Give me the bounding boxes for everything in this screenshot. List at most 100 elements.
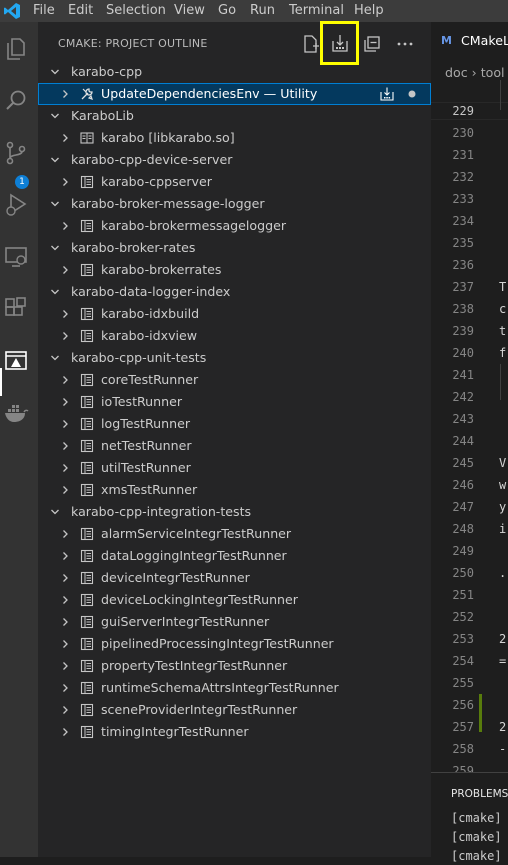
target-node[interactable]: karabo-idxview xyxy=(38,325,431,347)
target-node[interactable]: logTestRunner xyxy=(38,413,431,435)
chevron-right-icon[interactable] xyxy=(60,616,70,628)
target-node[interactable]: sceneProviderIntegrTestRunner xyxy=(38,699,431,721)
target-node[interactable]: coreTestRunner xyxy=(38,369,431,391)
chevron-right-icon[interactable] xyxy=(60,88,70,100)
target-label: karabo-idxview xyxy=(101,328,198,343)
menu-run[interactable]: Run xyxy=(250,3,275,19)
remote-explorer-icon[interactable] xyxy=(3,244,29,270)
project-node[interactable]: karabo-cpp-integration-tests xyxy=(38,501,431,523)
chevron-right-icon[interactable] xyxy=(60,176,70,188)
tab-problems[interactable]: PROBLEMS xyxy=(451,788,508,800)
chevron-right-icon[interactable] xyxy=(60,418,70,430)
chevron-right-icon[interactable] xyxy=(60,704,70,716)
markdown-file-icon: M xyxy=(441,34,452,47)
target-node[interactable]: karabo-idxbuild xyxy=(38,303,431,325)
collapse-all-icon[interactable] xyxy=(361,33,383,55)
binary-icon xyxy=(80,461,94,475)
new-file-icon[interactable] xyxy=(300,33,322,55)
chevron-right-icon[interactable] xyxy=(60,220,70,232)
chevron-right-icon[interactable] xyxy=(60,396,70,408)
chevron-right-icon[interactable] xyxy=(60,638,70,650)
project-node[interactable]: KaraboLib xyxy=(38,105,431,127)
line-number: 243 xyxy=(452,412,474,426)
target-node[interactable]: timingIntegrTestRunner xyxy=(38,721,431,743)
code-area[interactable]: 229 230 231 232 233 234 235 236 237 T 238 c 239 t 240 f… xyxy=(431,80,508,772)
target-node[interactable]: netTestRunner xyxy=(38,435,431,457)
chevron-right-icon[interactable] xyxy=(60,462,70,474)
chevron-down-icon[interactable] xyxy=(50,506,60,518)
line-number: 229 xyxy=(452,104,474,118)
breadcrumb-item[interactable]: tool xyxy=(481,65,505,80)
chevron-right-icon[interactable] xyxy=(60,528,70,540)
menu-edit[interactable]: Edit xyxy=(68,3,93,19)
extensions-icon[interactable] xyxy=(3,296,29,322)
project-node[interactable]: karabo-broker-message-logger xyxy=(38,193,431,215)
menu-go[interactable]: Go xyxy=(218,3,236,19)
chevron-right-icon[interactable] xyxy=(60,726,70,738)
target-node[interactable]: utilTestRunner xyxy=(38,457,431,479)
chevron-right-icon[interactable] xyxy=(60,682,70,694)
chevron-down-icon[interactable] xyxy=(50,352,60,364)
search-icon[interactable] xyxy=(3,88,29,114)
line-number: 253 xyxy=(452,632,474,646)
breadcrumb-item[interactable]: doc xyxy=(445,65,468,80)
code-text: V xyxy=(499,456,507,470)
chevron-down-icon[interactable] xyxy=(50,110,60,122)
library-icon xyxy=(80,132,94,144)
more-actions-icon[interactable] xyxy=(394,33,416,55)
target-node[interactable]: deviceIntegrTestRunner xyxy=(38,567,431,589)
chevron-right-icon[interactable] xyxy=(60,132,70,144)
chevron-right-icon[interactable] xyxy=(60,484,70,496)
target-node[interactable]: UpdateDependenciesEnv — Utility xyxy=(38,83,431,105)
target-label: netTestRunner xyxy=(101,438,192,453)
chevron-down-icon[interactable] xyxy=(50,242,60,254)
target-node[interactable]: pipelinedProcessingIntegrTestRunner xyxy=(38,633,431,655)
project-node[interactable]: karabo-broker-rates xyxy=(38,237,431,259)
editor-tab[interactable]: M CMakeL xyxy=(431,22,508,57)
target-node[interactable]: alarmServiceIntegrTestRunner xyxy=(38,523,431,545)
menu-help[interactable]: Help xyxy=(354,3,384,19)
chevron-down-icon[interactable] xyxy=(50,154,60,166)
target-node[interactable]: dataLoggingIntegrTestRunner xyxy=(38,545,431,567)
project-node[interactable]: karabo-cpp xyxy=(38,61,431,83)
source-control-icon[interactable] xyxy=(3,140,29,166)
chevron-right-icon[interactable] xyxy=(60,594,70,606)
menu-file[interactable]: File xyxy=(33,3,55,19)
menu-terminal[interactable]: Terminal xyxy=(289,3,344,19)
target-node[interactable]: karabo [libkarabo.so] xyxy=(38,127,431,149)
target-node[interactable]: karabo-cppserver xyxy=(38,171,431,193)
build-target-icon[interactable] xyxy=(380,87,394,101)
chevron-right-icon[interactable] xyxy=(60,550,70,562)
target-node[interactable]: karabo-brokerrates xyxy=(38,259,431,281)
cmake-icon[interactable] xyxy=(3,348,29,374)
chevron-down-icon[interactable] xyxy=(50,198,60,210)
target-node[interactable]: guiServerIntegrTestRunner xyxy=(38,611,431,633)
chevron-right-icon[interactable] xyxy=(60,440,70,452)
docker-icon[interactable] xyxy=(3,400,29,426)
chevron-right-icon[interactable] xyxy=(60,264,70,276)
project-node[interactable]: karabo-cpp-device-server xyxy=(38,149,431,171)
chevron-right-icon[interactable] xyxy=(60,572,70,584)
chevron-right-icon[interactable] xyxy=(60,330,70,342)
explorer-icon[interactable] xyxy=(3,36,29,62)
chevron-down-icon[interactable] xyxy=(50,66,60,78)
target-node[interactable]: ioTestRunner xyxy=(38,391,431,413)
project-node[interactable]: karabo-cpp-unit-tests xyxy=(38,347,431,369)
source-control-badge: 1 xyxy=(15,175,29,189)
target-node[interactable]: propertyTestIntegrTestRunner xyxy=(38,655,431,677)
target-node[interactable]: karabo-brokermessagelogger xyxy=(38,215,431,237)
chevron-down-icon[interactable] xyxy=(50,286,60,298)
project-node[interactable]: karabo-data-logger-index xyxy=(38,281,431,303)
chevron-right-icon[interactable] xyxy=(60,374,70,386)
binary-icon xyxy=(80,263,94,277)
line-number: 250 xyxy=(452,566,474,580)
menu-selection[interactable]: Selection xyxy=(106,3,166,19)
target-node[interactable]: xmsTestRunner xyxy=(38,479,431,501)
menu-view[interactable]: View xyxy=(174,3,205,19)
target-node[interactable]: deviceLockingIntegrTestRunner xyxy=(38,589,431,611)
run-debug-icon[interactable] xyxy=(3,192,29,218)
chevron-right-icon[interactable] xyxy=(60,308,70,320)
chevron-right-icon[interactable] xyxy=(60,660,70,672)
target-label: sceneProviderIntegrTestRunner xyxy=(101,702,298,717)
target-node[interactable]: runtimeSchemaAttrsIntegrTestRunner xyxy=(38,677,431,699)
